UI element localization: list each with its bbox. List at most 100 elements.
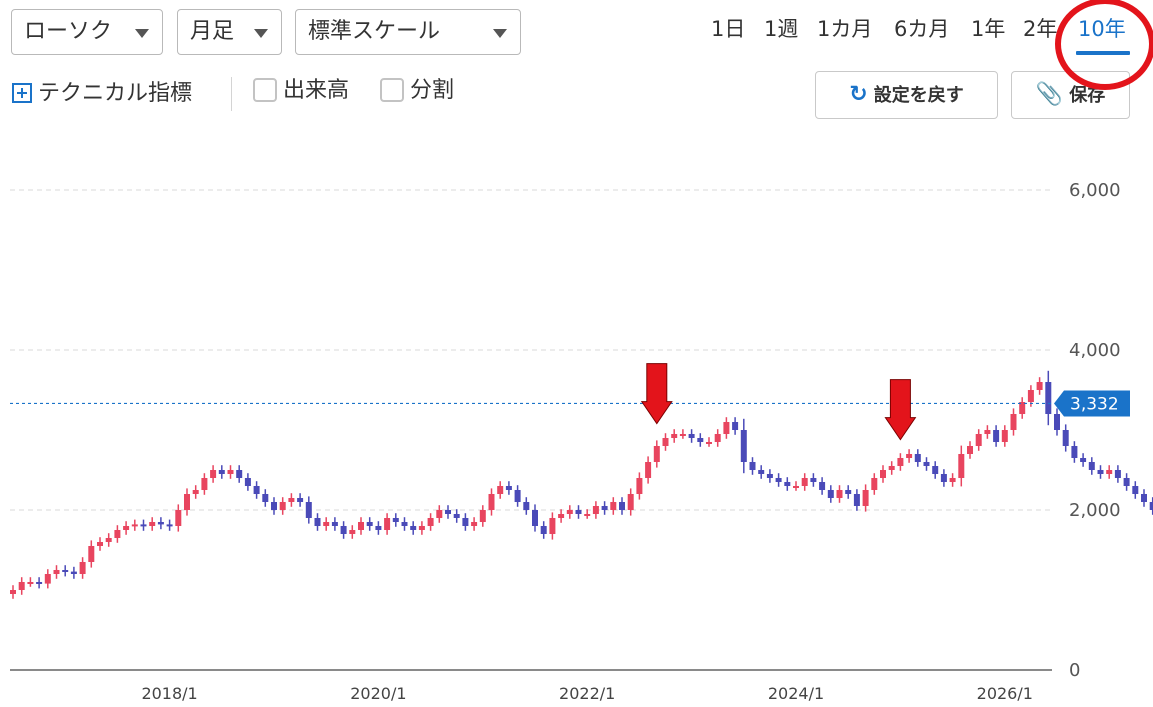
candle-body <box>1036 382 1043 390</box>
candle-body <box>923 462 930 466</box>
candle-body <box>1088 462 1095 470</box>
candle-body <box>70 571 77 574</box>
candle-body <box>932 466 939 474</box>
candle-body <box>671 434 678 438</box>
candle-body <box>627 494 634 510</box>
candle-body <box>758 470 765 474</box>
candle-body <box>601 506 608 510</box>
candle-body <box>523 502 530 510</box>
candle-body <box>288 498 295 502</box>
candle-body <box>36 582 43 584</box>
candle-body <box>967 446 973 454</box>
x-tick-label: 2026/1 <box>977 684 1033 703</box>
current-price-label: 3,332 <box>1070 394 1119 414</box>
candle-body <box>880 470 886 478</box>
candle-body <box>984 430 991 434</box>
candle-body <box>766 474 773 478</box>
x-tick-label: 2022/1 <box>559 684 615 703</box>
candle-body <box>636 478 643 494</box>
price-chart: 3,332 0 2,000 4,000 6,000 2018/1 2020/1 2022/1… <box>10 180 1153 703</box>
candle-body <box>105 538 112 542</box>
candle-body <box>575 510 582 514</box>
candle-body <box>1071 446 1078 458</box>
candle-body <box>401 522 408 526</box>
candle-body <box>253 486 260 494</box>
candle-body <box>184 494 190 510</box>
candle-body <box>27 582 34 584</box>
candle-body <box>645 462 652 478</box>
annotation-down-arrow <box>884 379 917 441</box>
candle-body <box>445 510 451 514</box>
y-tick-label: 0 <box>1069 660 1080 681</box>
candle-body <box>1010 414 1017 430</box>
candle-body <box>940 474 947 482</box>
candle-body <box>175 510 182 526</box>
candle-body <box>610 502 617 510</box>
candle-body <box>44 574 51 584</box>
candle-body <box>123 526 130 530</box>
candle-body <box>784 482 791 486</box>
candle-body <box>862 490 869 506</box>
candle-body <box>10 590 16 594</box>
candle-body <box>749 462 756 470</box>
candle-body <box>1132 486 1139 494</box>
candle-body <box>740 430 747 462</box>
candle-body <box>279 502 286 510</box>
candle-body <box>1027 390 1034 402</box>
candle-body <box>1054 414 1060 430</box>
candle-body <box>845 490 852 494</box>
candle-body <box>819 482 826 490</box>
candle-body <box>366 522 373 526</box>
candle-body <box>549 518 556 534</box>
candle-body <box>566 510 573 514</box>
candle-body <box>540 526 547 534</box>
candle-body <box>340 526 347 534</box>
candle-body <box>1114 470 1121 478</box>
candle-body <box>262 494 269 502</box>
candle-body <box>18 582 25 590</box>
candle-body <box>488 494 495 510</box>
candle-body <box>227 470 234 474</box>
candle-body <box>436 510 443 518</box>
candle-body <box>305 502 312 518</box>
candle-body <box>723 422 730 434</box>
candle-body <box>427 518 434 526</box>
candle-body <box>218 470 225 474</box>
candle-body <box>53 570 60 574</box>
candle-body <box>210 470 217 478</box>
candle-body <box>418 526 425 530</box>
candle-body <box>1106 470 1113 474</box>
candle-body <box>79 562 86 574</box>
candle-body <box>1097 470 1104 474</box>
candle-body <box>888 466 895 470</box>
candle-body <box>532 510 538 526</box>
candle-body <box>514 490 521 502</box>
candle-body <box>453 514 460 518</box>
candle-body <box>993 430 1000 442</box>
candle-body <box>497 486 504 494</box>
candle-body <box>871 478 878 490</box>
candle-body <box>1141 494 1147 502</box>
candle-body <box>384 518 391 530</box>
candle-body <box>958 454 965 478</box>
candle-body <box>97 542 103 546</box>
candle-body <box>775 478 782 482</box>
x-tick-label: 2018/1 <box>141 684 197 703</box>
candle-body <box>732 422 739 430</box>
candle-body <box>131 524 138 527</box>
candle-body <box>331 522 338 526</box>
y-tick-label: 6,000 <box>1069 180 1121 201</box>
candle-body <box>479 510 486 522</box>
candle-body <box>314 518 321 526</box>
candle-body <box>192 490 199 494</box>
candle-body <box>88 546 95 562</box>
candle-body <box>793 486 799 488</box>
candle-body <box>149 522 156 526</box>
candle-body <box>688 434 695 438</box>
candle-body <box>897 458 904 466</box>
candle-body <box>662 438 669 446</box>
x-tick-label: 2020/1 <box>350 684 406 703</box>
candle-body <box>949 478 956 482</box>
candle-body <box>236 470 243 478</box>
candle-body <box>706 442 712 444</box>
